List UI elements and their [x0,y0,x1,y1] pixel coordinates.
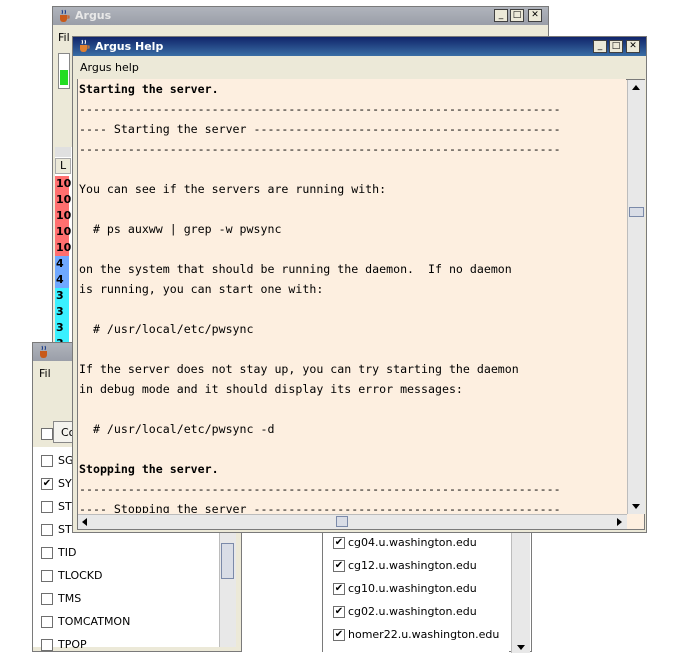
checkbox[interactable] [41,547,53,559]
maximize-button[interactable]: □ [609,40,623,53]
list-item-label: SY [58,477,72,490]
priority-row[interactable]: 3 [55,304,69,320]
list-item-label: cg12.u.washington.edu [348,559,477,572]
java-cup-icon [40,345,47,358]
help-menubar: Argus help [73,57,646,77]
help-vertical-scrollbar[interactable] [627,80,645,514]
scroll-up-arrow-icon[interactable] [632,85,640,90]
maximize-button[interactable]: □ [510,9,524,22]
help-line: If the server does not stay up, you can … [79,362,519,376]
help-hscroll-thumb[interactable] [336,516,348,527]
checkbox[interactable] [41,570,53,582]
priority-row[interactable]: 10 [55,192,71,208]
left-window-checkbox-header[interactable] [41,428,53,440]
help-text-content: Starting the server. -------------------… [78,79,626,513]
checkbox[interactable] [41,455,53,467]
help-line: on the system that should be running the… [79,262,512,276]
list-item-label: TPOP [58,638,87,651]
checkbox[interactable] [41,616,53,628]
help-line: Starting the server. [79,82,219,96]
list-item-label: TLOCKD [58,569,103,582]
help-line: ----------------------------------------… [79,102,561,116]
priority-row[interactable]: 4 [55,272,69,288]
status-indicator [58,53,70,89]
checkbox[interactable] [41,593,53,605]
help-titlebar[interactable]: Argus Help _ □ ✕ [73,37,646,56]
checkbox[interactable] [41,639,53,651]
priority-row[interactable]: 3 [55,288,69,304]
right-list-window: ✔ cg04.u.washington.edu ✔ cg12.u.washington… [322,528,532,653]
priority-row[interactable]: 3 [55,320,69,336]
help-line: ----------------------------------------… [79,142,561,156]
list-item-label: cg04.u.washington.edu [348,536,477,549]
help-line: ---- Starting the server ---------------… [79,122,561,136]
list-header[interactable]: L [55,158,71,174]
java-cup-icon [60,9,70,22]
priority-row[interactable]: 10 [55,208,71,224]
checkbox[interactable]: ✔ [41,478,53,490]
help-window-title: Argus Help [95,40,164,53]
left-list-scroll-thumb[interactable] [221,543,234,579]
help-line: # /usr/local/etc/pwsync -d [79,422,275,436]
help-vscroll-thumb[interactable] [629,207,644,217]
menu-argus-help[interactable]: Argus help [80,61,139,74]
list-item-label: TID [58,546,77,559]
help-line: is running, you can start one with: [79,282,324,296]
help-text-area[interactable]: Starting the server. -------------------… [78,79,626,513]
list-item-label: TOMCATMON [58,615,131,628]
list-item-label: cg02.u.washington.edu [348,605,477,618]
list-scroll-up[interactable] [55,147,71,157]
minimize-button[interactable]: _ [593,40,607,53]
priority-row[interactable]: 10 [55,224,71,240]
right-window-list: ✔ cg04.u.washington.edu ✔ cg12.u.washington… [323,529,509,653]
list-item-label: ST [58,500,72,513]
scroll-down-arrow-icon[interactable] [517,645,525,650]
checkbox[interactable]: ✔ [333,560,345,572]
help-line: Stopping the server. [79,462,219,476]
checkbox[interactable] [41,501,53,513]
list-item-label: homer22.u.washington.edu [348,628,500,641]
scroll-left-arrow-icon[interactable] [82,518,87,526]
close-button[interactable]: ✕ [528,9,542,22]
help-line: # ps auxww | grep -w pwsync [79,222,282,236]
help-horizontal-scrollbar[interactable] [78,514,627,529]
argus-main-title: Argus [75,9,112,22]
status-green-light [60,70,68,85]
list-item-label: TMS [58,592,82,605]
checkbox[interactable]: ✔ [333,583,345,595]
list-item-label: cg10.u.washington.edu [348,582,477,595]
right-list-scrollbar[interactable] [511,529,530,653]
checkbox[interactable]: ✔ [333,629,345,641]
menu-file[interactable]: Fil [58,31,70,44]
help-line: ----------------------------------------… [79,482,561,496]
help-line: You can see if the servers are running w… [79,182,387,196]
menu-file[interactable]: Fil [39,367,51,380]
java-cup-icon [80,39,90,52]
close-button[interactable]: ✕ [626,40,640,53]
help-line: in debug mode and it should display its … [79,382,463,396]
scroll-down-arrow-icon[interactable] [632,504,640,509]
checkbox[interactable]: ✔ [333,537,345,549]
checkbox[interactable] [41,524,53,536]
minimize-button[interactable]: _ [494,9,508,22]
scroll-right-arrow-icon[interactable] [617,518,622,526]
priority-row[interactable]: 10 [55,176,71,192]
priority-row[interactable]: 4 [55,256,69,272]
checkbox[interactable]: ✔ [333,606,345,618]
priority-row[interactable]: 10 [55,240,71,256]
list-item-label: ST [58,523,72,536]
help-line: ---- Stopping the server ---------------… [79,502,561,513]
help-line: # /usr/local/etc/pwsync [79,322,254,336]
argus-main-titlebar[interactable]: Argus _ □ ✕ [53,7,548,25]
